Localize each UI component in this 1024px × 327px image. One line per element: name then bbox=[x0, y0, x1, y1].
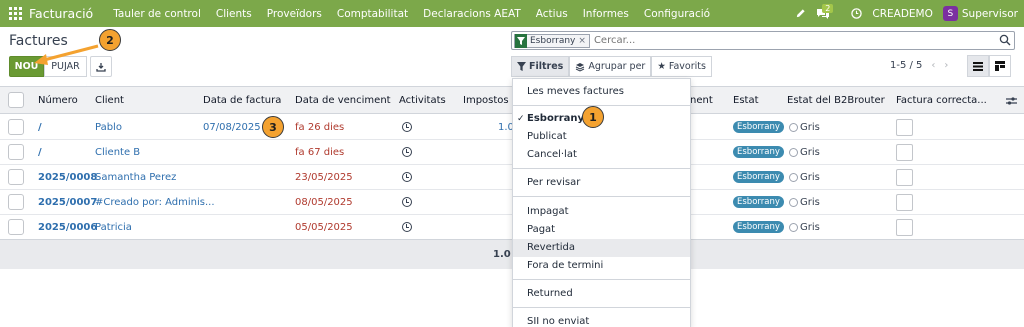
callout-2: 2 bbox=[99, 29, 121, 51]
annotation-arrow bbox=[34, 44, 99, 65]
callout-3: 3 bbox=[262, 116, 284, 138]
callout-1: 1 bbox=[582, 106, 604, 128]
